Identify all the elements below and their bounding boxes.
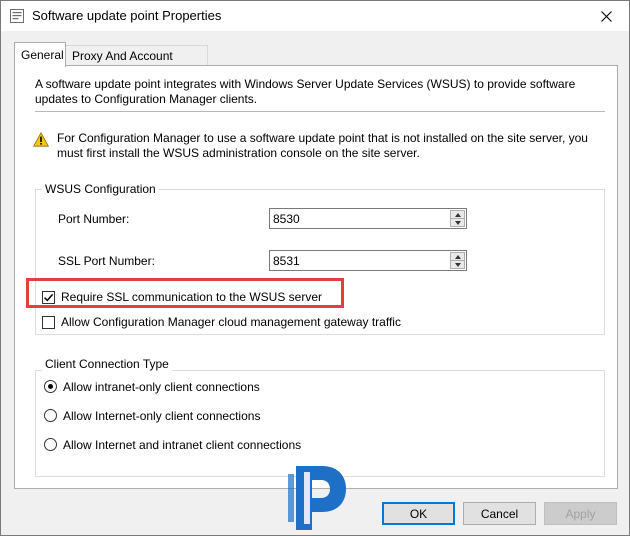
ssl-port-down-button[interactable] bbox=[450, 261, 465, 269]
internet-only-label[interactable]: Allow Internet-only client connections bbox=[63, 409, 260, 423]
radio-internet-and-intranet[interactable] bbox=[44, 438, 57, 451]
properties-dialog: Software update point Properties General… bbox=[0, 0, 630, 536]
general-tab-panel: A software update point integrates with … bbox=[14, 65, 618, 489]
window-title: Software update point Properties bbox=[32, 8, 222, 23]
client-connection-type-title: Client Connection Type bbox=[42, 357, 172, 371]
port-number-up-button[interactable] bbox=[450, 210, 465, 219]
allow-cmg-traffic-label[interactable]: Allow Configuration Manager cloud manage… bbox=[61, 315, 401, 329]
wsus-configuration-title: WSUS Configuration bbox=[42, 182, 159, 196]
ok-button[interactable]: OK bbox=[382, 502, 455, 525]
arrow-up-icon bbox=[454, 254, 461, 259]
warning-text: For Configuration Manager to use a softw… bbox=[57, 131, 588, 160]
ssl-port-number-value: 8531 bbox=[273, 254, 300, 268]
allow-cmg-traffic-checkbox[interactable] bbox=[42, 316, 55, 329]
arrow-up-icon bbox=[454, 212, 461, 217]
port-number-down-button[interactable] bbox=[450, 219, 465, 227]
ssl-port-spin-buttons bbox=[450, 252, 465, 269]
ssl-port-number-label: SSL Port Number: bbox=[58, 254, 155, 268]
warning-icon bbox=[33, 132, 49, 147]
prajwal-logo-icon bbox=[288, 466, 346, 530]
port-number-stepper[interactable]: 8530 bbox=[269, 208, 467, 229]
close-button[interactable] bbox=[583, 1, 629, 31]
description-text: A software update point integrates with … bbox=[35, 77, 576, 106]
port-number-value: 8530 bbox=[273, 212, 300, 226]
ssl-port-up-button[interactable] bbox=[450, 252, 465, 261]
tab-general[interactable]: General bbox=[14, 42, 66, 67]
arrow-down-icon bbox=[454, 220, 461, 225]
close-icon bbox=[600, 10, 612, 22]
internet-and-intranet-label[interactable]: Allow Internet and intranet client conne… bbox=[63, 438, 301, 452]
annotation-highlight-box bbox=[26, 278, 344, 308]
apply-button[interactable]: Apply bbox=[544, 502, 617, 525]
intranet-only-label[interactable]: Allow intranet-only client connections bbox=[63, 380, 260, 394]
tab-proxy-account-settings[interactable]: Proxy And Account Settings bbox=[65, 45, 208, 77]
radio-intranet-only[interactable] bbox=[44, 380, 57, 393]
properties-window-icon bbox=[10, 9, 24, 23]
arrow-down-icon bbox=[454, 262, 461, 267]
title-bar[interactable]: Software update point Properties bbox=[1, 1, 629, 31]
cancel-button[interactable]: Cancel bbox=[463, 502, 536, 525]
port-number-spin-buttons bbox=[450, 210, 465, 227]
radio-internet-only[interactable] bbox=[44, 409, 57, 422]
ssl-port-number-stepper[interactable]: 8531 bbox=[269, 250, 467, 271]
radio-selected-dot bbox=[48, 384, 53, 389]
tab-general-label: General bbox=[21, 48, 64, 62]
port-number-label: Port Number: bbox=[58, 212, 130, 226]
separator bbox=[35, 111, 605, 112]
